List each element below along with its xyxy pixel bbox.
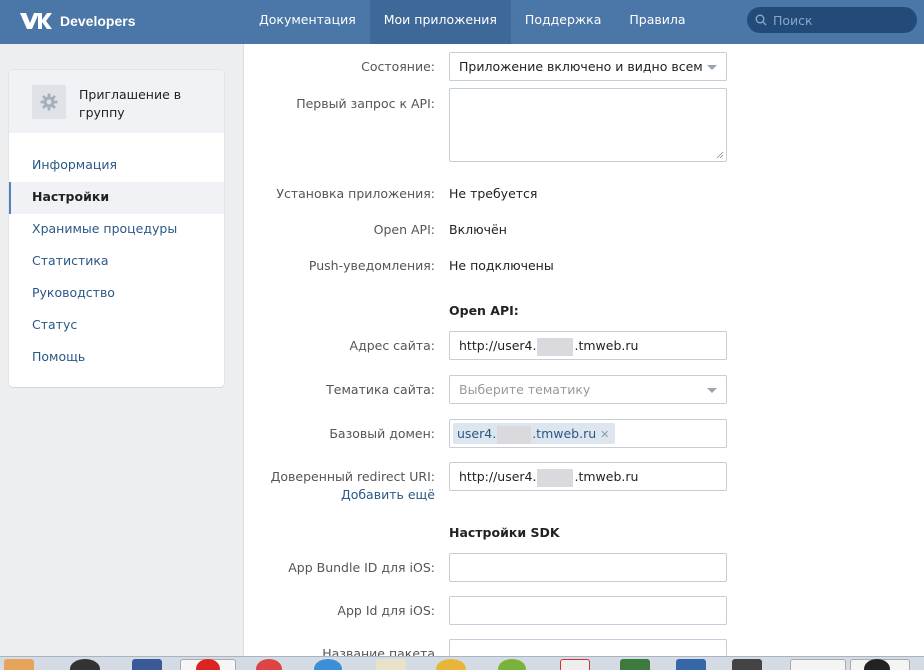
remove-tag-icon[interactable]: ✕: [600, 428, 609, 441]
taskbar-app-icon[interactable]: [732, 659, 762, 670]
os-taskbar: [0, 656, 924, 670]
redacted-block: [497, 425, 532, 444]
settings-panel: Состояние: Приложение включено и видно в…: [243, 44, 924, 670]
openapi-label: Open API:: [373, 222, 435, 237]
bundle-label: App Bundle ID для iOS:: [288, 560, 435, 575]
base-domain-input[interactable]: user4. .tmweb.ru ✕: [449, 419, 727, 448]
nav-support[interactable]: Поддержка: [511, 0, 615, 44]
vk-logo-icon: [20, 13, 52, 29]
taskbar-app-icon[interactable]: [436, 659, 466, 670]
taskbar-app-icon[interactable]: [620, 659, 650, 670]
app-name: Приглашение в группу: [79, 87, 182, 120]
sidebar-item-guide[interactable]: Руководство: [9, 278, 224, 310]
taskbar-app-icon[interactable]: [314, 659, 342, 670]
taskbar-app-icon[interactable]: [4, 659, 34, 670]
taskbar-app-icon[interactable]: [498, 659, 526, 670]
resize-handle-icon[interactable]: [716, 151, 724, 159]
state-select[interactable]: Приложение включено и видно всем: [449, 52, 727, 81]
taskbar-app-icon[interactable]: [790, 659, 846, 670]
main-nav: Документация Мои приложения Поддержка Пр…: [245, 0, 700, 44]
install-label: Установка приложения:: [276, 186, 435, 201]
topic-select[interactable]: Выберите тематику: [449, 375, 727, 404]
sidebar-item-statistics[interactable]: Статистика: [9, 246, 224, 278]
taskbar-app-icon[interactable]: [560, 659, 590, 670]
gear-icon: [40, 93, 58, 111]
install-value: Не требуется: [449, 186, 538, 201]
nav-rules[interactable]: Правила: [615, 0, 699, 44]
sidebar-item-stored-procedures[interactable]: Хранимые процедуры: [9, 214, 224, 246]
taskbar-app-icon[interactable]: [676, 659, 706, 670]
taskbar-app-icon[interactable]: [70, 659, 100, 670]
first-api-label: Первый запрос к API:: [296, 96, 435, 111]
topic-label: Тематика сайта:: [326, 382, 435, 397]
domain-suffix: .tmweb.ru: [532, 426, 597, 441]
first-api-textarea[interactable]: [449, 88, 727, 162]
appid-label: App Id для iOS:: [337, 603, 435, 618]
redirect-suffix: .tmweb.ru: [574, 469, 639, 484]
bundle-id-input[interactable]: [449, 553, 727, 582]
push-value: Не подключены: [449, 258, 554, 273]
site-suffix: .tmweb.ru: [574, 338, 639, 353]
add-redirect-link[interactable]: Добавить ещё: [341, 487, 435, 502]
site-address-input[interactable]: http://user4. .tmweb.ru: [449, 331, 727, 360]
search-box[interactable]: [747, 7, 917, 33]
vk-developers-logo[interactable]: Developers: [18, 10, 135, 32]
redirect-uri-input[interactable]: http://user4. .tmweb.ru: [449, 462, 727, 491]
app-sidebar: Приглашение в группу Информация Настройк…: [9, 70, 224, 387]
sidebar-menu: Информация Настройки Хранимые процедуры …: [9, 150, 224, 374]
redirect-label: Доверенный redirect URI:: [270, 469, 435, 484]
site-label: Адрес сайта:: [349, 338, 435, 353]
search-icon: [755, 14, 767, 26]
logo-text: Developers: [60, 13, 136, 29]
redirect-prefix: http://user4.: [459, 469, 537, 484]
redacted-block: [537, 337, 574, 356]
taskbar-app-icon[interactable]: [376, 659, 406, 670]
openapi-value: Включён: [449, 222, 507, 237]
site-prefix: http://user4.: [459, 338, 537, 353]
app-header[interactable]: Приглашение в группу: [9, 70, 224, 133]
app-icon: [32, 85, 66, 119]
openapi-section-title: Open API:: [449, 303, 519, 318]
taskbar-app-icon[interactable]: [256, 659, 282, 670]
nav-my-apps[interactable]: Мои приложения: [369, 0, 511, 44]
domain-label: Базовый домен:: [329, 426, 435, 441]
search-input[interactable]: [773, 12, 913, 28]
app-id-input[interactable]: [449, 596, 727, 625]
sidebar-item-status[interactable]: Статус: [9, 310, 224, 342]
nav-docs[interactable]: Документация: [245, 0, 370, 44]
domain-prefix: user4.: [457, 426, 497, 441]
sdk-section-title: Настройки SDK: [449, 525, 560, 540]
taskbar-app-icon[interactable]: [132, 659, 162, 670]
sidebar-item-help[interactable]: Помощь: [9, 342, 224, 374]
top-header: Developers Документация Мои приложения П…: [0, 0, 924, 44]
redacted-block: [537, 468, 574, 487]
sidebar-item-settings[interactable]: Настройки: [9, 182, 224, 214]
push-label: Push-уведомления:: [308, 258, 435, 273]
sidebar-item-info[interactable]: Информация: [9, 150, 224, 182]
state-label: Состояние:: [361, 59, 435, 74]
domain-tag: user4. .tmweb.ru ✕: [453, 423, 616, 444]
